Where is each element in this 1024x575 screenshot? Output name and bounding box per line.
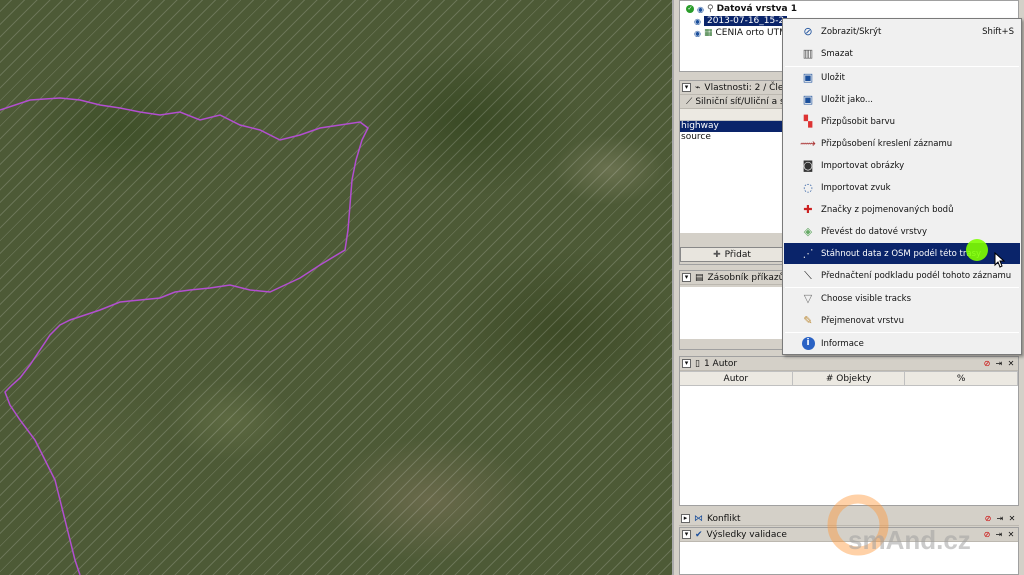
menu-item-label: Informace xyxy=(821,338,864,349)
menu-item-label: Přizpůsobení kreslení záznamu xyxy=(821,138,953,149)
menu-item-rename[interactable]: ✎ Přejmenovat vrstvu xyxy=(784,310,1020,331)
menu-item-preload-imagery[interactable]: ⟍ Přednačtení podkladu podél tohoto zázn… xyxy=(784,265,1020,286)
dock-title: Výsledky validace xyxy=(706,529,787,540)
gps-track xyxy=(0,97,369,575)
undock-icon[interactable]: ⇥ xyxy=(994,359,1004,369)
hide-icon[interactable]: ⊘ xyxy=(982,359,992,369)
document-icon: ▯ xyxy=(695,358,700,369)
dock-title: Vlastnosti: 2 / Člens xyxy=(704,82,794,93)
menu-item-label: Importovat obrázky xyxy=(821,160,905,171)
search-icon: ⚲ xyxy=(706,4,714,14)
properties-icon: ⌁ xyxy=(695,82,701,93)
track-line-icon: ⟍ xyxy=(804,268,812,282)
map-view[interactable] xyxy=(0,0,672,575)
layer-row-data[interactable]: ✓ ◉ ⚲ Datová vrstva 1 xyxy=(686,3,797,15)
add-button[interactable]: ✚ Přidat xyxy=(680,247,784,262)
menu-item-save-as[interactable]: ▣ Uložit jako... xyxy=(784,89,1020,110)
watermark-text: smAnd.cz xyxy=(848,525,971,555)
menu-item-label: Převést do datové vrstvy xyxy=(821,226,927,237)
menu-item-label: Značky z pojmenovaných bodů xyxy=(821,204,954,215)
gps-track-svg xyxy=(0,97,369,575)
authors-dock: ▾ ▯ 1 Autor ⊘ ⇥ ✕ Autor # Objekty % xyxy=(679,356,1019,506)
layer-name: Datová vrstva 1 xyxy=(716,4,797,14)
expand-icon[interactable]: ▸ xyxy=(681,514,690,523)
cursor-highlight xyxy=(966,239,988,261)
layer-name: 2013-07-16_15-2 xyxy=(703,16,788,26)
layer-row-ortho[interactable]: ◉ ▦ CENIA orto UTM 3 xyxy=(694,27,795,39)
menu-item-import-images[interactable]: ◙ Importovat obrázky xyxy=(784,155,1020,176)
menu-item-label: Uložit xyxy=(821,72,845,83)
menu-item-label: Choose visible tracks xyxy=(821,293,912,304)
download-along-icon: ⋰ xyxy=(802,247,814,260)
color-palette-icon: ▚ xyxy=(803,115,813,128)
save-as-icon: ▣ xyxy=(802,93,814,106)
layer-row-track[interactable]: ◉ 2013-07-16_15-2 xyxy=(694,15,788,27)
column-header-objects[interactable]: # Objekty xyxy=(793,372,906,385)
menu-item-info[interactable]: i Informace xyxy=(784,333,1020,354)
plus-icon: ✚ xyxy=(713,249,721,260)
rename-icon: ✎ xyxy=(803,314,813,327)
collapse-icon[interactable]: ▾ xyxy=(682,530,691,539)
active-check-icon: ✓ xyxy=(686,5,694,13)
collapse-icon[interactable]: ▾ xyxy=(682,83,691,92)
column-header-percent[interactable]: % xyxy=(905,372,1019,385)
speech-bubble-icon: ◌ xyxy=(803,181,813,194)
checkmark-icon: ✔ xyxy=(695,529,703,540)
info-icon: i xyxy=(799,336,817,352)
watermark-logo: smAnd.cz xyxy=(820,488,1020,558)
menu-item-markers[interactable]: ✚ Značky z pojmenovaných bodů xyxy=(784,199,1020,220)
dock-controls: ⊘ ⇥ ✕ xyxy=(982,359,1018,369)
gps-convert-icon: ◈ xyxy=(803,225,813,238)
collapse-icon[interactable]: ▾ xyxy=(682,273,691,282)
authors-table: Autor # Objekty % xyxy=(680,371,1019,505)
dock-title-bar: ▾ ▯ 1 Autor ⊘ ⇥ ✕ xyxy=(680,357,1018,371)
menu-item-convert[interactable]: ◈ Převést do datové vrstvy xyxy=(784,221,1020,242)
dock-title: 1 Autor xyxy=(703,358,738,369)
eye-icon[interactable]: ◉ xyxy=(697,5,704,14)
road-icon: ⟋ xyxy=(686,96,693,107)
menu-item-label: Importovat zvuk xyxy=(821,182,891,193)
dock-title: Konflikt xyxy=(707,513,741,524)
eye-icon[interactable]: ◉ xyxy=(694,17,701,26)
command-stack-icon: ▤ xyxy=(695,272,704,283)
collapse-icon[interactable]: ▾ xyxy=(682,359,691,368)
save-icon: ▣ xyxy=(802,71,814,84)
close-icon[interactable]: ✕ xyxy=(1006,359,1016,369)
mouse-pointer-icon xyxy=(994,252,1006,268)
eye-slash-icon: ⊘ xyxy=(803,25,813,38)
menu-item-import-audio[interactable]: ◌ Importovat zvuk xyxy=(784,177,1020,198)
column-header-author[interactable]: Autor xyxy=(680,372,793,385)
menu-item-choose-tracks[interactable]: ▽ Choose visible tracks xyxy=(784,288,1020,309)
authors-table-header: Autor # Objekty % xyxy=(680,372,1019,386)
menu-item-delete[interactable]: ▥ Smazat xyxy=(784,43,1020,64)
menu-item-label: Zobrazit/Skrýt xyxy=(821,26,882,37)
imagery-icon: ▦ xyxy=(703,28,713,38)
menu-item-toggle-visibility[interactable]: ⊘ Zobrazit/Skrýt Shift+S xyxy=(784,21,1020,42)
menu-item-label: Přednačtení podkladu podél tohoto záznam… xyxy=(821,270,1012,281)
line-style-icon: ⟿ xyxy=(800,137,816,150)
menu-item-shortcut: Shift+S xyxy=(982,26,1014,37)
add-button-label: Přidat xyxy=(724,249,751,260)
eye-icon[interactable]: ◉ xyxy=(694,29,701,38)
conflict-icon: ⋈ xyxy=(694,513,703,524)
menu-item-save[interactable]: ▣ Uložit xyxy=(784,67,1020,88)
menu-item-customize-color[interactable]: ▚ Přizpůsobit barvu xyxy=(784,111,1020,132)
menu-item-label: Přejmenovat vrstvu xyxy=(821,315,904,326)
menu-item-label: Smazat xyxy=(821,48,853,59)
dock-title: Zásobník příkazů xyxy=(707,272,785,283)
menu-item-customize-drawing[interactable]: ⟿ Přizpůsobení kreslení záznamu xyxy=(784,133,1020,154)
menu-item-label: Přizpůsobit barvu xyxy=(821,116,896,127)
trash-icon: ▥ xyxy=(802,47,814,60)
menu-item-label: Uložit jako... xyxy=(821,94,873,105)
menu-item-label: Stáhnout data z OSM podél této trasy xyxy=(821,248,982,259)
camera-icon: ◙ xyxy=(802,159,814,172)
filter-icon: ▽ xyxy=(803,292,813,305)
marker-pin-icon: ✚ xyxy=(803,203,813,216)
layer-context-menu: ⊘ Zobrazit/Skrýt Shift+S ▥ Smazat ▣ Ulož… xyxy=(782,18,1022,355)
